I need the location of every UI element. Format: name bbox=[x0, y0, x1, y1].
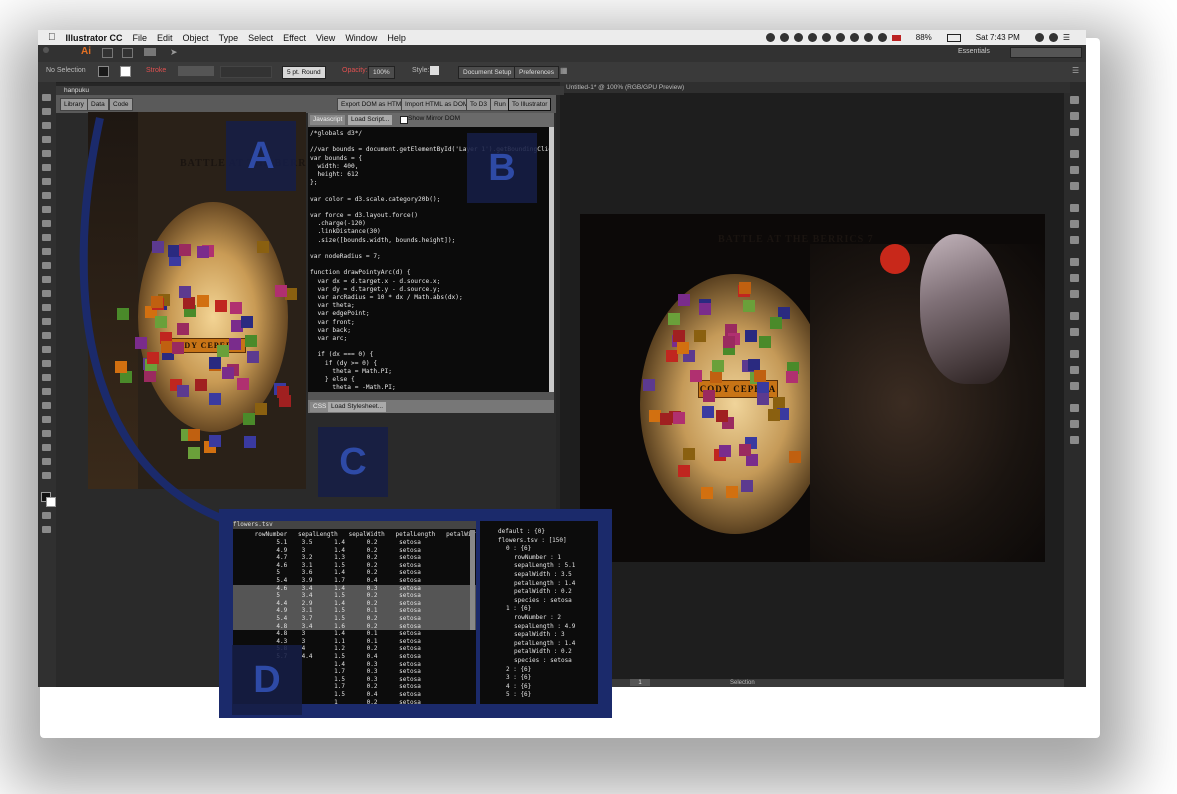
tree-node[interactable]: 5 : {6} bbox=[506, 690, 531, 700]
callout-label-a: A bbox=[226, 121, 296, 191]
data-tree[interactable]: default : {0} flowers.tsv : [150] 0 : {6} r… bbox=[480, 521, 598, 704]
table-row[interactable]: 4.9 3.1 1.5 0.1 setosa bbox=[233, 607, 476, 615]
data-table-header: rowNumber sepalLength sepalWidth petalLe… bbox=[233, 531, 476, 538]
table-row[interactable]: 5.1 3.5 1.4 0.2 setosa bbox=[233, 539, 476, 547]
callout-label-d: D bbox=[232, 645, 302, 715]
data-table-scrollbar[interactable] bbox=[470, 530, 475, 630]
callout-label-b: B bbox=[467, 133, 537, 203]
table-row[interactable]: 5.4 3.9 1.7 0.4 setosa bbox=[233, 577, 476, 585]
table-row[interactable]: 4.4 2.9 1.4 0.2 setosa bbox=[233, 599, 476, 608]
table-row[interactable]: 4.6 3.4 1.4 0.3 setosa bbox=[233, 584, 476, 593]
table-row[interactable]: 4.6 3.1 1.5 0.2 setosa bbox=[233, 562, 476, 570]
table-row[interactable]: 4.7 3.2 1.3 0.2 setosa bbox=[233, 554, 476, 562]
table-row[interactable]: 4.8 3.4 1.6 0.2 setosa bbox=[233, 622, 476, 631]
table-row[interactable]: 5 3.4 1.5 0.2 setosa bbox=[233, 592, 476, 600]
table-row[interactable]: 5.4 3.7 1.5 0.2 setosa bbox=[233, 615, 476, 623]
callout-curve bbox=[79, 117, 228, 524]
table-row[interactable]: 4.8 3 1.4 0.1 setosa bbox=[233, 630, 476, 638]
table-row[interactable]: 5 3.6 1.4 0.2 setosa bbox=[233, 569, 476, 577]
table-row[interactable]: 4.9 3 1.4 0.2 setosa bbox=[233, 547, 476, 555]
callout-label-c: C bbox=[318, 427, 388, 497]
data-table-title: flowers.tsv bbox=[233, 521, 476, 529]
